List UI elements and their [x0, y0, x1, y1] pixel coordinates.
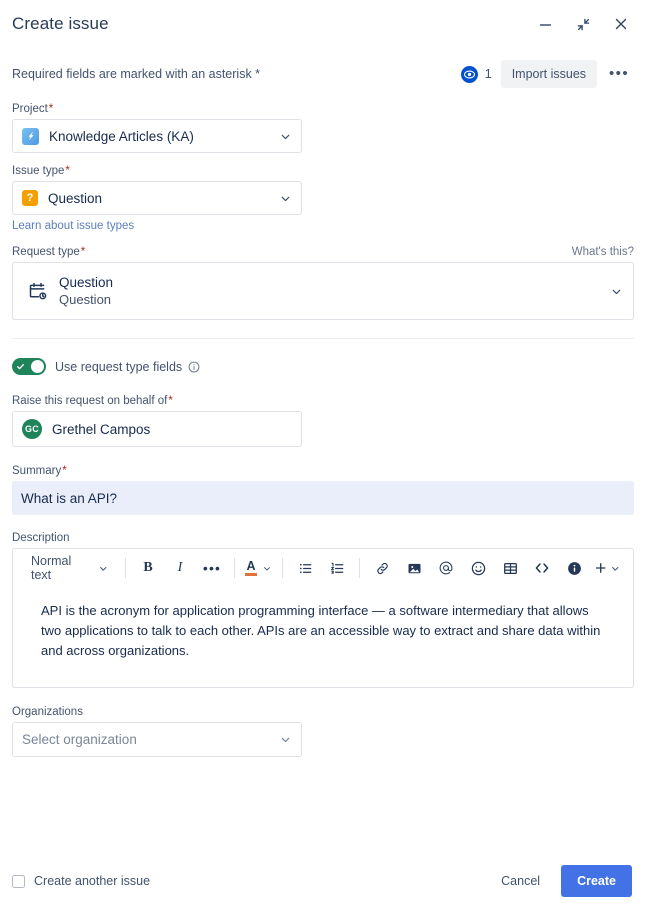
avatar: GC [22, 419, 42, 439]
request-type-title: Question [59, 275, 114, 290]
chevron-down-icon [279, 192, 292, 205]
create-another-issue-checkbox[interactable]: Create another issue [12, 874, 150, 888]
description-label: Description [12, 532, 70, 544]
summary-label: Summary* [12, 465, 67, 477]
bold-icon[interactable]: B [136, 555, 160, 581]
create-another-issue-label: Create another issue [34, 874, 151, 888]
use-request-type-fields-row: Use request type fields [12, 358, 634, 375]
footer-actions: Cancel Create [492, 865, 632, 897]
whats-this-link[interactable]: What's this? [572, 246, 634, 258]
info-icon[interactable] [188, 361, 200, 373]
more-options-icon[interactable]: ••• [606, 66, 632, 81]
check-icon [16, 362, 25, 371]
italic-icon[interactable]: I [168, 555, 192, 581]
project-value: Knowledge Articles (KA) [49, 128, 194, 144]
insert-more-icon[interactable] [594, 555, 621, 581]
bullet-list-icon[interactable] [293, 555, 317, 581]
project-select[interactable]: Knowledge Articles (KA) [12, 119, 302, 153]
toolbar-separator [234, 558, 235, 578]
use-request-type-fields-toggle[interactable] [12, 358, 46, 375]
toolbar-separator [359, 558, 360, 578]
numbered-list-icon[interactable] [325, 555, 349, 581]
request-type-subtitle: Question [59, 292, 112, 307]
issue-type-value: Question [48, 190, 103, 206]
editor-toolbar: Normal text B I ••• A [13, 549, 633, 587]
text-color-icon[interactable]: A [245, 555, 272, 581]
emoji-icon[interactable] [466, 555, 490, 581]
cancel-button[interactable]: Cancel [492, 867, 549, 895]
watchers[interactable]: 1 [460, 65, 492, 83]
calendar-clock-icon [24, 281, 50, 302]
table-icon[interactable] [498, 555, 522, 581]
issue-type-field: Issue type* ? Question Learn about issue… [12, 165, 634, 234]
required-fields-notice: Required fields are marked with an aster… [12, 67, 261, 81]
watch-count: 1 [484, 67, 492, 81]
description-editor[interactable]: Normal text B I ••• A API is the acronym… [12, 548, 634, 688]
chevron-down-icon [279, 733, 292, 746]
page-title: Create issue [12, 14, 109, 33]
close-icon[interactable] [610, 13, 632, 35]
description-text: API is the acronym for application progr… [41, 603, 601, 658]
chevron-down-icon [279, 130, 292, 143]
dialog-body: Project* Knowledge Articles (KA) Issue t… [0, 103, 646, 757]
create-button[interactable]: Create [561, 865, 632, 897]
summary-value: What is an API? [21, 490, 118, 506]
link-icon[interactable] [370, 555, 394, 581]
raise-on-behalf-field: Raise this request on behalf of* GC Gret… [12, 395, 634, 447]
summary-input[interactable]: What is an API? [12, 481, 634, 515]
dialog-titlebar: Create issue [0, 0, 646, 48]
request-type-texts: Question Question [59, 275, 113, 307]
use-request-type-fields-label: Use request type fields [55, 359, 183, 374]
organizations-label: Organizations [12, 706, 83, 718]
info-panel-icon[interactable] [562, 555, 586, 581]
request-type-select[interactable]: Question Question [12, 262, 634, 320]
issue-type-label: Issue type* [12, 165, 70, 177]
notice-actions: 1 Import issues ••• [460, 60, 632, 88]
organizations-field: Organizations Select organization [12, 706, 634, 757]
issue-type-select[interactable]: ? Question [12, 181, 302, 215]
dialog-footer: Create another issue Cancel Create [0, 854, 646, 908]
mention-icon[interactable] [434, 555, 458, 581]
raise-on-behalf-label: Raise this request on behalf of* [12, 395, 173, 407]
description-editor-body[interactable]: API is the acronym for application progr… [13, 587, 633, 687]
summary-field: Summary* What is an API? [12, 465, 634, 515]
organizations-placeholder: Select organization [22, 732, 137, 747]
project-avatar-icon [22, 127, 39, 145]
raise-on-behalf-select[interactable]: GC Grethel Campos [12, 411, 302, 447]
image-icon[interactable] [402, 555, 426, 581]
checkbox-box[interactable] [12, 874, 25, 888]
toolbar-separator [125, 558, 126, 578]
project-label: Project* [12, 103, 54, 115]
minimize-icon[interactable] [534, 13, 556, 35]
text-style-dropdown[interactable]: Normal text [25, 554, 115, 582]
window-controls [534, 13, 632, 35]
chevron-down-icon [610, 285, 623, 298]
request-type-label: Request type* [12, 246, 86, 258]
toggle-knob [31, 360, 44, 373]
collapse-icon[interactable] [572, 13, 594, 35]
section-divider [12, 338, 634, 339]
import-issues-button[interactable]: Import issues [500, 60, 598, 88]
create-issue-dialog: Create issue Required fields are marked … [0, 0, 646, 908]
more-formatting-icon[interactable]: ••• [200, 555, 224, 581]
watch-eye-icon[interactable] [460, 65, 478, 83]
toolbar-separator [282, 558, 283, 578]
learn-about-issue-types-link[interactable]: Learn about issue types [12, 220, 134, 232]
raise-on-behalf-value: Grethel Campos [52, 421, 151, 437]
required-fields-notice-row: Required fields are marked with an aster… [0, 57, 646, 91]
question-type-icon: ? [22, 190, 38, 206]
request-type-label-row: Request type* What's this? [12, 246, 634, 262]
request-type-field: Request type* What's this? Question Ques… [12, 246, 634, 320]
code-icon[interactable] [530, 555, 554, 581]
project-field: Project* Knowledge Articles (KA) [12, 103, 634, 153]
organizations-select[interactable]: Select organization [12, 722, 302, 757]
description-field: Description Normal text B I ••• A API is… [12, 532, 634, 688]
